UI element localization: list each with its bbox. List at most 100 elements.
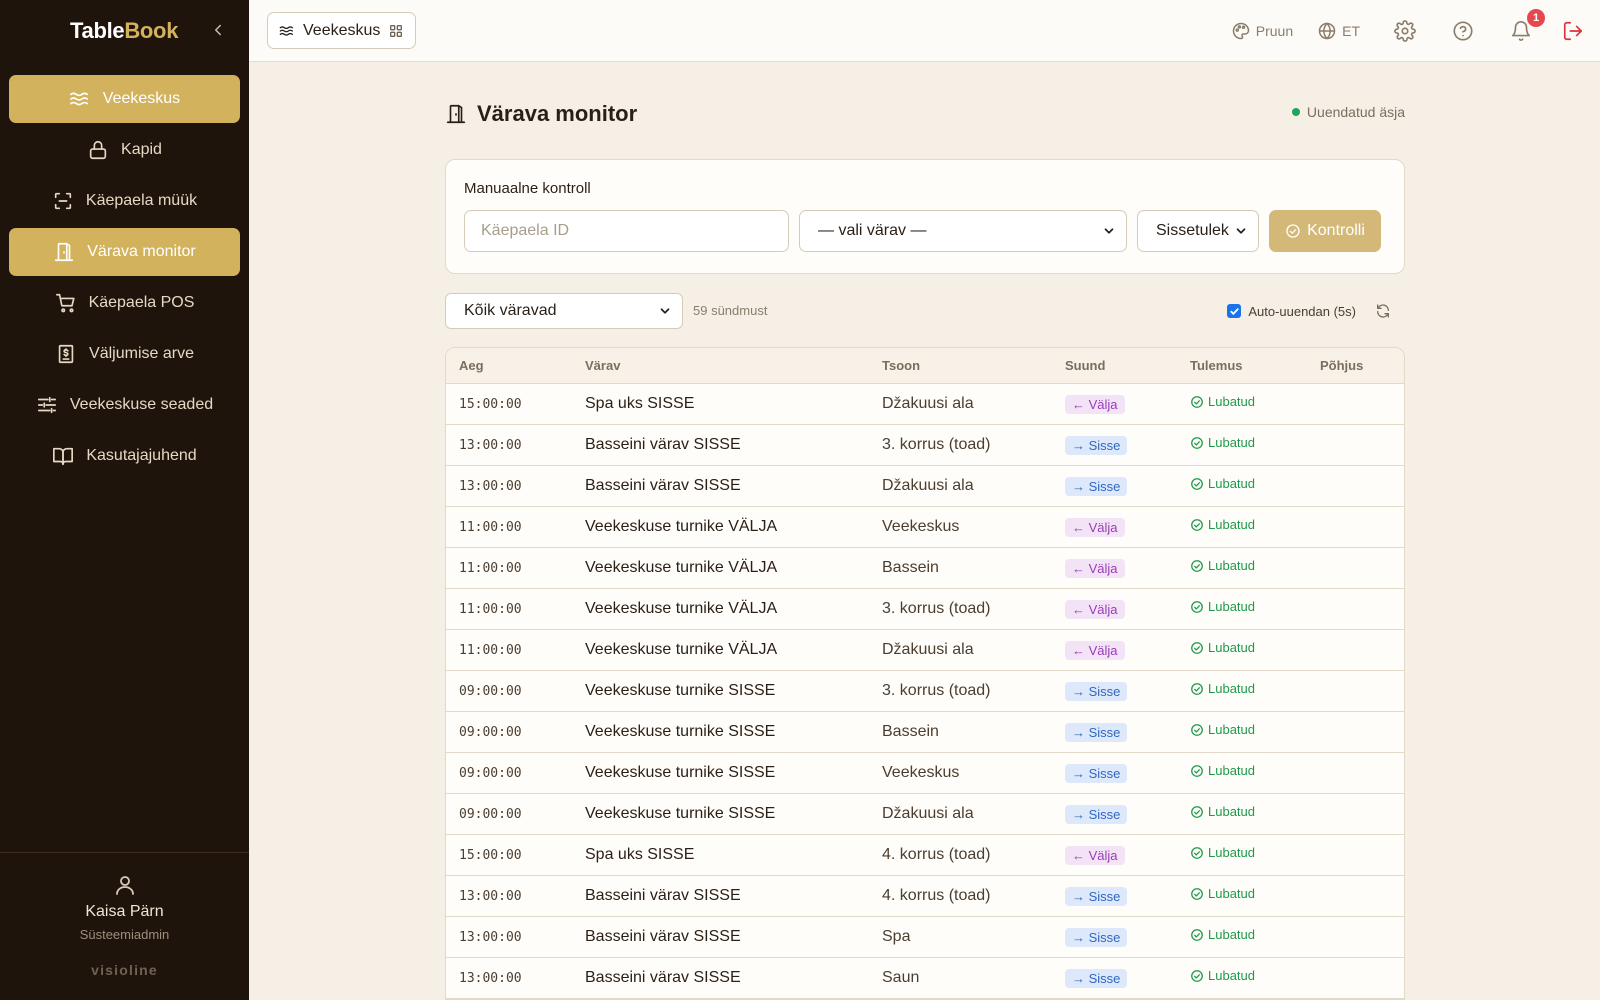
check-circle-icon <box>1191 477 1203 490</box>
cell-zone: 3. korrus (toad) <box>869 671 1052 712</box>
gate-filter-select[interactable]: Kõik väravad <box>445 292 683 329</box>
table-row[interactable]: 13:00:00 Basseini värav SISSE Džakuusi ala… <box>446 466 1404 507</box>
status-text: Uuendatud äsja <box>1306 104 1405 120</box>
result-text: Lubatud <box>1208 927 1255 943</box>
user-name: Kaisa Pärn <box>85 903 164 920</box>
column-header-direction[interactable]: Suund <box>1052 348 1177 384</box>
refresh-icon[interactable] <box>1375 303 1391 319</box>
cell-gate: Veekeskuse turnike VÄLJA <box>572 548 869 589</box>
table-row[interactable]: 09:00:00 Veekeskuse turnike SISSE Veekesku… <box>446 753 1404 794</box>
venue-switcher-button[interactable]: Veekeskus <box>267 12 417 49</box>
table-row[interactable]: 09:00:00 Veekeskuse turnike SISSE Džakuusi… <box>446 794 1404 835</box>
direction-badge: ← Välja <box>1065 558 1125 578</box>
check-button-label: Kontrolli <box>1307 222 1365 239</box>
brand-logo[interactable]: TableBook <box>70 18 178 44</box>
cell-zone: Džakuusi ala <box>869 384 1052 425</box>
check-circle-icon <box>1191 518 1203 531</box>
table-row[interactable]: 13:00:00 Basseini värav SISSE Saun → Sisse L… <box>446 958 1404 999</box>
sliders-icon <box>37 396 56 414</box>
result-badge: Lubatud <box>1190 927 1255 942</box>
cell-reason <box>1307 835 1404 876</box>
settings-button[interactable] <box>1394 20 1416 42</box>
sidebar-item-kapid[interactable]: Kapid <box>9 126 240 174</box>
wristband-id-input[interactable] <box>464 210 789 252</box>
theme-switcher[interactable]: Pruun <box>1231 21 1293 41</box>
table-row[interactable]: 11:00:00 Veekeskuse turnike VÄLJA Džakuusi… <box>446 630 1404 671</box>
cell-result: Lubatud <box>1177 384 1307 425</box>
cell-direction: → Sisse <box>1052 917 1177 958</box>
auto-refresh-checkbox[interactable] <box>1227 304 1242 318</box>
sidebar-item-label: Käepaela müük <box>85 192 198 209</box>
cell-reason <box>1307 958 1404 999</box>
chevron-down-icon <box>660 307 670 314</box>
column-header-time[interactable]: Aeg <box>446 348 572 384</box>
cell-direction: → Sisse <box>1052 466 1177 507</box>
cell-zone: Džakuusi ala <box>869 630 1052 671</box>
sidebar-item-label: Väljumise arve <box>89 345 194 362</box>
user-icon[interactable] <box>113 873 137 897</box>
cell-time: 09:00:00 <box>446 671 572 712</box>
check-circle-icon <box>1191 641 1203 654</box>
sidebar-item-varava-monitor[interactable]: Värava monitor <box>9 228 240 276</box>
table-row[interactable]: 13:00:00 Basseini värav SISSE Spa → Sisse Lu… <box>446 917 1404 958</box>
result-text: Lubatud <box>1208 886 1255 902</box>
language-switcher[interactable]: ET <box>1317 21 1360 41</box>
column-header-gate[interactable]: Värav <box>572 348 869 384</box>
result-text: Lubatud <box>1208 804 1255 820</box>
column-header-zone[interactable]: Tsoon <box>869 348 1052 384</box>
table-row[interactable]: 11:00:00 Veekeskuse turnike VÄLJA Bassein ←… <box>446 548 1404 589</box>
waves-icon <box>69 92 88 106</box>
sidebar-item-label: Käepaela POS <box>88 294 195 311</box>
check-circle-icon <box>1191 928 1203 941</box>
cell-zone: Veekeskus <box>869 507 1052 548</box>
sidebar-item-kaepaela-muuk[interactable]: Käepaela müük <box>9 177 240 225</box>
sidebar-item-valjumise-arve[interactable]: Väljumise arve <box>9 330 240 378</box>
gate-select[interactable]: — vali värav — <box>799 210 1127 252</box>
cell-zone: Bassein <box>869 712 1052 753</box>
logout-icon <box>1563 21 1583 41</box>
cell-gate: Spa uks SISSE <box>572 835 869 876</box>
table-row[interactable]: 11:00:00 Veekeskuse turnike VÄLJA 3. korru… <box>446 589 1404 630</box>
help-button[interactable] <box>1452 20 1474 42</box>
cell-reason <box>1307 794 1404 835</box>
cell-zone: 4. korrus (toad) <box>869 876 1052 917</box>
cell-zone: Džakuusi ala <box>869 466 1052 507</box>
table-header-row: Aeg Värav Tsoon Suund Tulemus Põhjus <box>446 348 1404 384</box>
footer-brand: visioline <box>91 962 158 978</box>
result-text: Lubatud <box>1208 476 1255 492</box>
sidebar-item-kasutajajuhend[interactable]: Kasutajajuhend <box>9 432 240 480</box>
column-header-reason[interactable]: Põhjus <box>1307 348 1404 384</box>
sidebar-item-veekeskuse-seaded[interactable]: Veekeskuse seaded <box>9 381 240 429</box>
cell-gate: Basseini värav SISSE <box>572 917 869 958</box>
cell-result: Lubatud <box>1177 548 1307 589</box>
notifications-button[interactable]: 1 <box>1510 9 1545 42</box>
cell-gate: Veekeskuse turnike SISSE <box>572 671 869 712</box>
cell-time: 13:00:00 <box>446 958 572 999</box>
cell-direction: ← Välja <box>1052 630 1177 671</box>
grid-icon <box>390 24 403 37</box>
cell-direction: → Sisse <box>1052 671 1177 712</box>
check-circle-icon <box>1191 764 1203 777</box>
cell-result: Lubatud <box>1177 630 1307 671</box>
result-badge: Lubatud <box>1190 722 1255 737</box>
chevron-left-icon[interactable] <box>209 21 227 39</box>
column-header-result[interactable]: Tulemus <box>1177 348 1307 384</box>
table-row[interactable]: 11:00:00 Veekeskuse turnike VÄLJA Veekesku… <box>446 507 1404 548</box>
table-row[interactable]: 09:00:00 Veekeskuse turnike SISSE 3. korru… <box>446 671 1404 712</box>
cell-time: 13:00:00 <box>446 466 572 507</box>
result-text: Lubatud <box>1208 681 1255 697</box>
result-text: Lubatud <box>1208 558 1255 574</box>
check-circle-icon <box>1191 436 1203 449</box>
cell-zone: 3. korrus (toad) <box>869 425 1052 466</box>
table-row[interactable]: 13:00:00 Basseini värav SISSE 4. korrus (t… <box>446 876 1404 917</box>
direction-select[interactable]: Sissetulek <box>1137 210 1259 252</box>
sidebar-item-kaepaela-pos[interactable]: Käepaela POS <box>9 279 240 327</box>
sidebar-item-veekeskus[interactable]: Veekeskus <box>9 75 240 123</box>
check-button[interactable]: Kontrolli <box>1269 210 1381 252</box>
logout-button[interactable] <box>1562 20 1584 42</box>
table-row[interactable]: 15:00:00 Spa uks SISSE 4. korrus (toad) ← V… <box>446 835 1404 876</box>
table-row[interactable]: 15:00:00 Spa uks SISSE Džakuusi ala ← Välja… <box>446 384 1404 425</box>
cell-zone: Spa <box>869 917 1052 958</box>
table-row[interactable]: 13:00:00 Basseini värav SISSE 3. korrus (t… <box>446 425 1404 466</box>
table-row[interactable]: 09:00:00 Veekeskuse turnike SISSE Bassein →… <box>446 712 1404 753</box>
